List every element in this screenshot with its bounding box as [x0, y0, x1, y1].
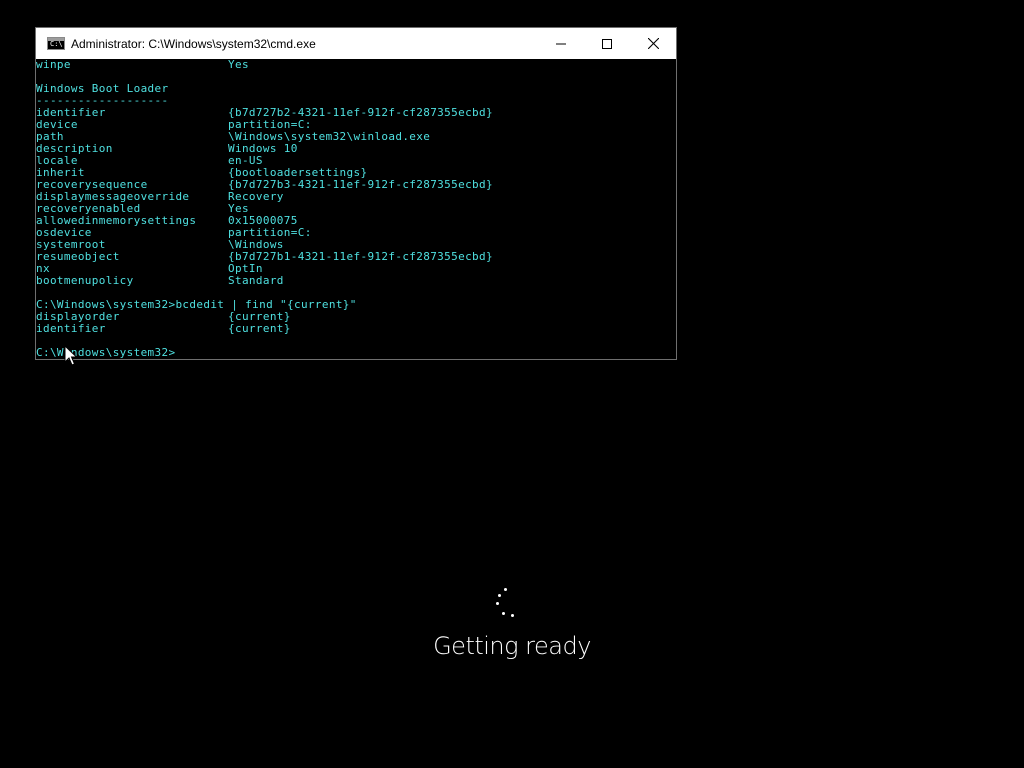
maximize-icon	[602, 38, 612, 49]
close-button[interactable]	[630, 28, 676, 59]
console-line: identifier {current}	[36, 323, 676, 335]
cmd-window[interactable]: C:\ Administrator: C:\Windows\system32\c…	[35, 27, 677, 360]
loading-spinner-icon	[492, 586, 520, 620]
window-title: Administrator: C:\Windows\system32\cmd.e…	[71, 36, 316, 51]
console-key: C:\Windows\system32>	[36, 346, 176, 359]
window-controls	[538, 28, 676, 59]
window-titlebar[interactable]: C:\ Administrator: C:\Windows\system32\c…	[36, 28, 676, 59]
cmd-icon-prompt: C:\	[50, 40, 63, 48]
spinner-dot	[502, 612, 505, 615]
setup-status-text: Getting ready	[433, 632, 591, 660]
mouse-cursor-icon	[64, 345, 78, 366]
console-line: description Windows 10	[36, 143, 676, 155]
console-line: C:\Windows\system32>bcdedit | find "{cur…	[36, 299, 676, 311]
console-line: resumeobject {b7d727b1-4321-11ef-912f-cf2…	[36, 251, 676, 263]
console-value: {current}	[228, 322, 291, 335]
spinner-dot	[496, 602, 499, 605]
console-key: winpe	[36, 59, 71, 71]
cmd-app-icon[interactable]: C:\	[47, 37, 65, 50]
console-key: bootmenupolicy	[36, 274, 134, 287]
console-output[interactable]: winpe Yes Windows Boot Loader -------------…	[36, 59, 676, 359]
console-line: bootmenupolicy Standard	[36, 275, 676, 287]
console-line: allowedinmemorysettings 0x15000075	[36, 215, 676, 227]
console-line: C:\Windows\system32>	[36, 347, 676, 359]
console-value: Yes	[228, 59, 249, 71]
console-key: identifier	[36, 322, 106, 335]
minimize-button[interactable]	[538, 28, 584, 59]
console-line: path \Windows\system32\winload.exe	[36, 131, 676, 143]
console-line: identifier {b7d727b2-4321-11ef-912f-cf287…	[36, 107, 676, 119]
console-value: Standard	[228, 274, 284, 287]
maximize-button[interactable]	[584, 28, 630, 59]
console-line: osdevice partition=C:	[36, 227, 676, 239]
console-line: winpe Yes	[36, 59, 676, 71]
spinner-dot	[511, 614, 514, 617]
console-line: displayorder {current}	[36, 311, 676, 323]
spinner-dot	[498, 594, 501, 597]
console-value: {b7d727b1-4321-11ef-912f-cf287355ecbd}	[228, 250, 493, 263]
close-icon	[647, 38, 659, 49]
spinner-dot	[504, 588, 507, 591]
minimize-icon	[556, 43, 566, 44]
